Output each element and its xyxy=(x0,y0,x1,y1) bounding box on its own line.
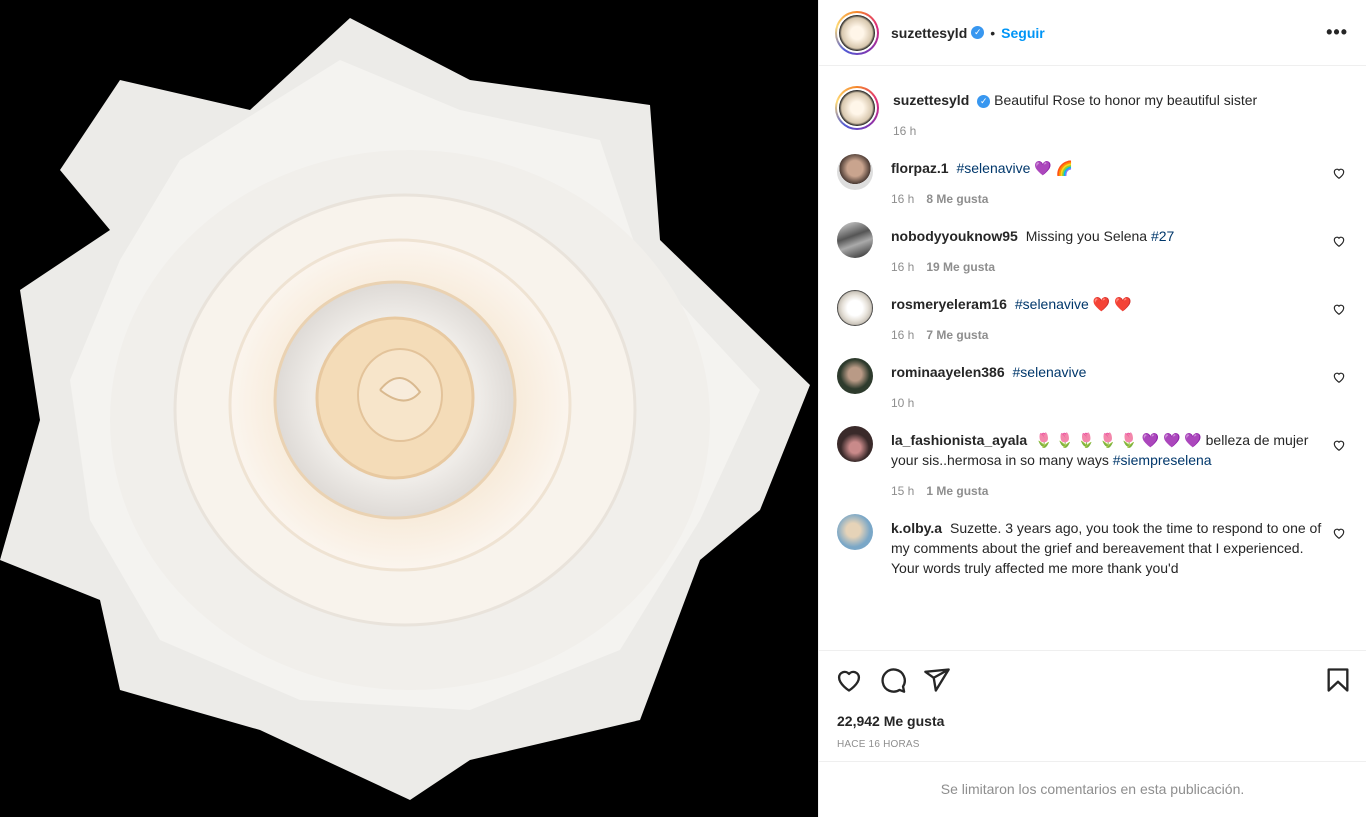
white-rose-image xyxy=(0,0,818,817)
commenter-avatar[interactable] xyxy=(837,154,873,190)
comment-text: Suzette. 3 years ago, you took the time … xyxy=(891,520,1322,576)
like-heart-icon[interactable] xyxy=(835,666,863,694)
comment-time[interactable]: 16 h xyxy=(891,260,914,274)
author-avatar[interactable] xyxy=(835,10,879,55)
commenter-avatar[interactable] xyxy=(837,358,873,394)
comment-bubble-icon[interactable] xyxy=(879,666,907,694)
like-comment-icon[interactable] xyxy=(1332,370,1346,384)
comment-text: #selenavive xyxy=(1012,364,1087,380)
comment-username[interactable]: k.olby.a xyxy=(891,520,942,536)
caption-text: Beautiful Rose to honor my beautiful sis… xyxy=(994,92,1258,108)
more-options-icon[interactable]: ••• xyxy=(1326,22,1348,43)
author-username[interactable]: suzettesyld xyxy=(891,25,967,41)
comment-item: rominaayelen386 #selenavive 10 h xyxy=(835,358,1350,410)
like-comment-icon[interactable] xyxy=(1332,166,1346,180)
comment-text: #selenavive 💜 🌈 xyxy=(956,160,1074,176)
comment-item: florpaz.1 #selenavive 💜 🌈 16 h 8 Me gusta xyxy=(835,154,1350,206)
comment-time[interactable]: 10 h xyxy=(891,396,914,410)
comment-likes[interactable]: 8 Me gusta xyxy=(926,192,988,206)
post-caption: suzettesyld ✓ Beautiful Rose to honor my … xyxy=(835,86,1350,138)
verified-badge-icon: ✓ xyxy=(971,26,985,39)
post-actions: 22,942 Me gusta HACE 16 HORAS Se limitar… xyxy=(819,650,1366,817)
like-comment-icon[interactable] xyxy=(1332,438,1346,452)
share-paper-plane-icon[interactable] xyxy=(923,666,951,694)
post-image[interactable] xyxy=(0,0,818,817)
caption-time[interactable]: 16 h xyxy=(893,124,916,138)
comment-username[interactable]: rosmeryeleram16 xyxy=(891,296,1007,312)
like-comment-icon[interactable] xyxy=(1332,526,1346,540)
comment-time[interactable]: 15 h xyxy=(891,484,914,498)
like-comment-icon[interactable] xyxy=(1332,234,1346,248)
post-header: suzettesyld ✓ • Seguir ••• xyxy=(819,0,1366,66)
verified-badge-icon: ✓ xyxy=(977,94,991,108)
commenter-avatar[interactable] xyxy=(837,290,873,326)
commenter-avatar[interactable] xyxy=(837,514,873,550)
comments-list[interactable]: suzettesyld ✓ Beautiful Rose to honor my … xyxy=(819,66,1366,650)
comment-item: k.olby.a Suzette. 3 years ago, you took … xyxy=(835,514,1350,578)
post-view: suzettesyld ✓ • Seguir ••• suzettesyld ✓ … xyxy=(0,0,1366,817)
caption-avatar[interactable] xyxy=(835,86,879,130)
comment-time[interactable]: 16 h xyxy=(891,328,914,342)
comment-username[interactable]: la_fashionista_ayala xyxy=(891,432,1027,448)
comment-username[interactable]: florpaz.1 xyxy=(891,160,949,176)
commenter-avatar[interactable] xyxy=(837,426,873,462)
comment-hashtag[interactable]: #siempreselena xyxy=(1113,452,1212,468)
comment-likes[interactable]: 1 Me gusta xyxy=(926,484,988,498)
action-bar xyxy=(819,651,1366,709)
comment-text: Missing you Selena xyxy=(1025,228,1151,244)
comment-item: nobodyyouknow95 Missing you Selena #27 1… xyxy=(835,222,1350,274)
comments-limited-notice: Se limitaron los comentarios en esta pub… xyxy=(819,761,1366,817)
comment-hashtag[interactable]: #27 xyxy=(1151,228,1174,244)
separator-dot: • xyxy=(990,24,996,41)
comment-likes[interactable]: 19 Me gusta xyxy=(926,260,995,274)
comment-time[interactable]: 16 h xyxy=(891,192,914,206)
follow-button[interactable]: Seguir xyxy=(1001,25,1045,41)
post-timestamp: HACE 16 HORAS xyxy=(837,739,920,750)
comment-username[interactable]: rominaayelen386 xyxy=(891,364,1005,380)
total-likes[interactable]: 22,942 Me gusta xyxy=(819,713,1366,729)
commenter-avatar[interactable] xyxy=(837,222,873,258)
save-bookmark-icon[interactable] xyxy=(1324,666,1352,694)
like-comment-icon[interactable] xyxy=(1332,302,1346,316)
comment-username[interactable]: nobodyyouknow95 xyxy=(891,228,1018,244)
post-details-panel: suzettesyld ✓ • Seguir ••• suzettesyld ✓ … xyxy=(818,0,1366,817)
comment-text: #selenavive ❤️ ❤️ xyxy=(1014,296,1132,312)
caption-username[interactable]: suzettesyld xyxy=(893,92,969,108)
comment-item: la_fashionista_ayala 🌷 🌷 🌷 🌷 🌷 💜 💜 💜 bel… xyxy=(835,426,1350,498)
comment-likes[interactable]: 7 Me gusta xyxy=(926,328,988,342)
comment-item: rosmeryeleram16 #selenavive ❤️ ❤️ 16 h 7 … xyxy=(835,290,1350,342)
